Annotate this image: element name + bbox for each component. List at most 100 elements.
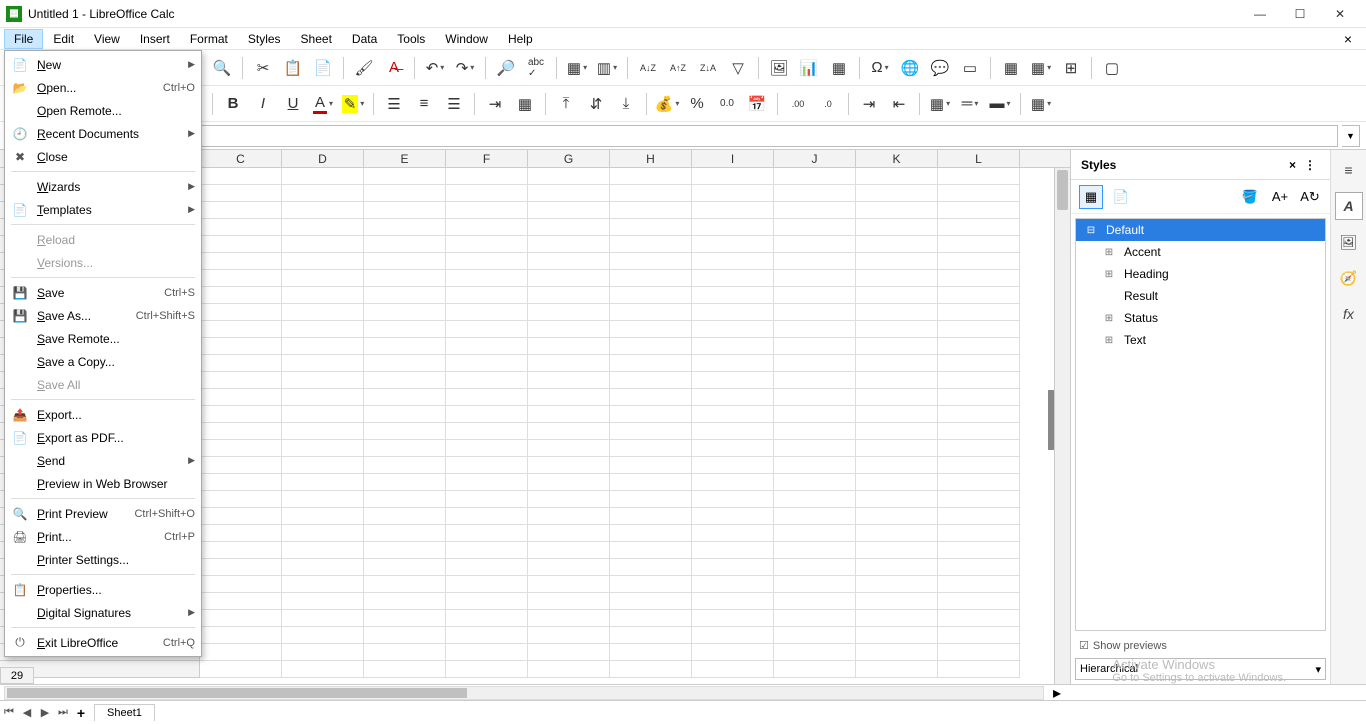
file-menu-item[interactable]: Save All bbox=[5, 373, 201, 396]
clone-formatting-icon[interactable]: 🖌 bbox=[350, 54, 378, 82]
file-menu-item[interactable]: Save Remote... bbox=[5, 327, 201, 350]
split-window-icon[interactable]: ⊞ bbox=[1057, 54, 1085, 82]
insert-image-icon[interactable]: 🖼 bbox=[765, 54, 793, 82]
align-left-icon[interactable]: ☰ bbox=[380, 90, 408, 118]
style-item[interactable]: ⊞Heading bbox=[1076, 263, 1325, 285]
file-menu-item[interactable]: Wizards▶ bbox=[5, 175, 201, 198]
currency-icon[interactable]: 💰 bbox=[653, 90, 681, 118]
find-replace-icon[interactable]: 🔎 bbox=[492, 54, 520, 82]
comment-icon[interactable]: 💬 bbox=[926, 54, 954, 82]
menu-sheet[interactable]: Sheet bbox=[291, 29, 342, 49]
menu-help[interactable]: Help bbox=[498, 29, 543, 49]
autofilter-icon[interactable]: ▽ bbox=[724, 54, 752, 82]
style-item[interactable]: ⊟Default bbox=[1076, 219, 1325, 241]
pivot-table-icon[interactable]: ▦ bbox=[825, 54, 853, 82]
file-menu-item[interactable]: 📄Templates▶ bbox=[5, 198, 201, 221]
style-item[interactable]: Result bbox=[1076, 285, 1325, 307]
new-style-icon[interactable]: A+ bbox=[1268, 185, 1292, 209]
align-right-icon[interactable]: ☰ bbox=[440, 90, 468, 118]
sort-desc-icon[interactable]: A↑Z bbox=[664, 54, 692, 82]
file-menu-item[interactable]: Digital Signatures▶ bbox=[5, 601, 201, 624]
cell-styles-icon[interactable]: ▦ bbox=[1079, 185, 1103, 209]
menu-format[interactable]: Format bbox=[180, 29, 238, 49]
styles-filter-select[interactable]: Hierarchical▾ bbox=[1075, 658, 1326, 680]
minimize-button[interactable]: — bbox=[1240, 4, 1280, 24]
col-header[interactable]: D bbox=[282, 150, 364, 167]
fill-format-icon[interactable]: 🪣 bbox=[1238, 185, 1262, 209]
sidebar-tab-navigator[interactable]: 🧭 bbox=[1335, 264, 1363, 292]
border-color-icon[interactable]: ▬ bbox=[986, 90, 1014, 118]
style-item[interactable]: ⊞Status bbox=[1076, 307, 1325, 329]
col-header[interactable]: G bbox=[528, 150, 610, 167]
maximize-button[interactable]: ☐ bbox=[1280, 4, 1320, 24]
print-preview-icon[interactable]: 🔍 bbox=[208, 54, 236, 82]
sidebar-tab-styles[interactable]: A bbox=[1335, 192, 1363, 220]
tab-first-icon[interactable]: ⏮ bbox=[0, 706, 18, 719]
file-menu-item[interactable]: 📂Open...Ctrl+O bbox=[5, 76, 201, 99]
align-middle-icon[interactable]: ⇵ bbox=[582, 90, 610, 118]
sidebar-tab-functions[interactable]: fx bbox=[1335, 300, 1363, 328]
formula-expand-icon[interactable]: ▼ bbox=[1342, 125, 1360, 147]
clear-formatting-icon[interactable]: A̶ bbox=[380, 54, 408, 82]
bold-button[interactable]: B bbox=[219, 90, 247, 118]
sidebar-menu-icon[interactable]: ⋮ bbox=[1300, 158, 1320, 172]
menu-data[interactable]: Data bbox=[342, 29, 387, 49]
col-header[interactable]: H bbox=[610, 150, 692, 167]
show-draw-icon[interactable]: ▢ bbox=[1098, 54, 1126, 82]
formula-input[interactable] bbox=[188, 125, 1338, 147]
file-menu-item[interactable]: 📄Export as PDF... bbox=[5, 426, 201, 449]
add-sheet-button[interactable]: + bbox=[72, 705, 90, 721]
number-icon[interactable]: 0.0 bbox=[713, 90, 741, 118]
borders-icon[interactable]: ▦ bbox=[926, 90, 954, 118]
style-item[interactable]: ⊞Accent bbox=[1076, 241, 1325, 263]
panel-splitter[interactable] bbox=[1048, 390, 1054, 450]
close-document-button[interactable]: × bbox=[1334, 31, 1362, 47]
add-decimal-icon[interactable]: .00 bbox=[784, 90, 812, 118]
col-header[interactable]: C bbox=[200, 150, 282, 167]
col-header[interactable]: F bbox=[446, 150, 528, 167]
horizontal-scrollbar[interactable] bbox=[4, 686, 1044, 700]
scroll-right-icon[interactable]: ▸ bbox=[1048, 683, 1066, 703]
col-header[interactable]: L bbox=[938, 150, 1020, 167]
italic-button[interactable]: I bbox=[249, 90, 277, 118]
style-item[interactable]: ⊞Text bbox=[1076, 329, 1325, 351]
styles-list[interactable]: ⊟Default⊞Accent⊞HeadingResult⊞Status⊞Tex… bbox=[1075, 218, 1326, 631]
tab-next-icon[interactable]: ▶ bbox=[36, 706, 54, 719]
sort-za-icon[interactable]: Z↓A bbox=[694, 54, 722, 82]
percent-icon[interactable]: % bbox=[683, 90, 711, 118]
sheet-tab[interactable]: Sheet1 bbox=[94, 704, 155, 721]
file-menu-item[interactable]: 📤Export... bbox=[5, 403, 201, 426]
define-print-area-icon[interactable]: ▦ bbox=[997, 54, 1025, 82]
sidebar-close-icon[interactable]: × bbox=[1285, 158, 1300, 172]
highlight-color-button[interactable]: ✎ bbox=[339, 90, 367, 118]
file-menu-item[interactable]: 🖨Print...Ctrl+P bbox=[5, 525, 201, 548]
border-style-icon[interactable]: ═ bbox=[956, 90, 984, 118]
wrap-text-icon[interactable]: ⇥ bbox=[481, 90, 509, 118]
align-top-icon[interactable]: ⤒ bbox=[552, 90, 580, 118]
tab-prev-icon[interactable]: ◀ bbox=[18, 706, 36, 719]
freeze-icon[interactable]: ▦ bbox=[1027, 54, 1055, 82]
col-ops-icon[interactable]: ▥ bbox=[593, 54, 621, 82]
col-header[interactable]: E bbox=[364, 150, 446, 167]
file-menu-item[interactable]: 🕘Recent Documents▶ bbox=[5, 122, 201, 145]
decrease-indent-icon[interactable]: ⇤ bbox=[885, 90, 913, 118]
vertical-scrollbar[interactable] bbox=[1054, 168, 1070, 684]
page-styles-icon[interactable]: 📄 bbox=[1109, 185, 1133, 209]
increase-indent-icon[interactable]: ⇥ bbox=[855, 90, 883, 118]
align-center-icon[interactable]: ≡ bbox=[410, 90, 438, 118]
menu-view[interactable]: View bbox=[84, 29, 130, 49]
remove-decimal-icon[interactable]: .0 bbox=[814, 90, 842, 118]
menu-window[interactable]: Window bbox=[435, 29, 498, 49]
cut-icon[interactable]: ✂ bbox=[249, 54, 277, 82]
row-ops-icon[interactable]: ▦ bbox=[563, 54, 591, 82]
file-menu-item[interactable]: Send▶ bbox=[5, 449, 201, 472]
menu-edit[interactable]: Edit bbox=[43, 29, 84, 49]
font-color-button[interactable]: A bbox=[309, 90, 337, 118]
row-header-29[interactable]: 29 bbox=[0, 667, 34, 684]
col-header[interactable]: K bbox=[856, 150, 938, 167]
file-menu-item[interactable]: Preview in Web Browser bbox=[5, 472, 201, 495]
file-menu-item[interactable]: 📋Properties... bbox=[5, 578, 201, 601]
file-menu-item[interactable]: ⏻Exit LibreOfficeCtrl+Q bbox=[5, 631, 201, 654]
special-char-icon[interactable]: Ω bbox=[866, 54, 894, 82]
conditional-format-icon[interactable]: ▦ bbox=[1027, 90, 1055, 118]
